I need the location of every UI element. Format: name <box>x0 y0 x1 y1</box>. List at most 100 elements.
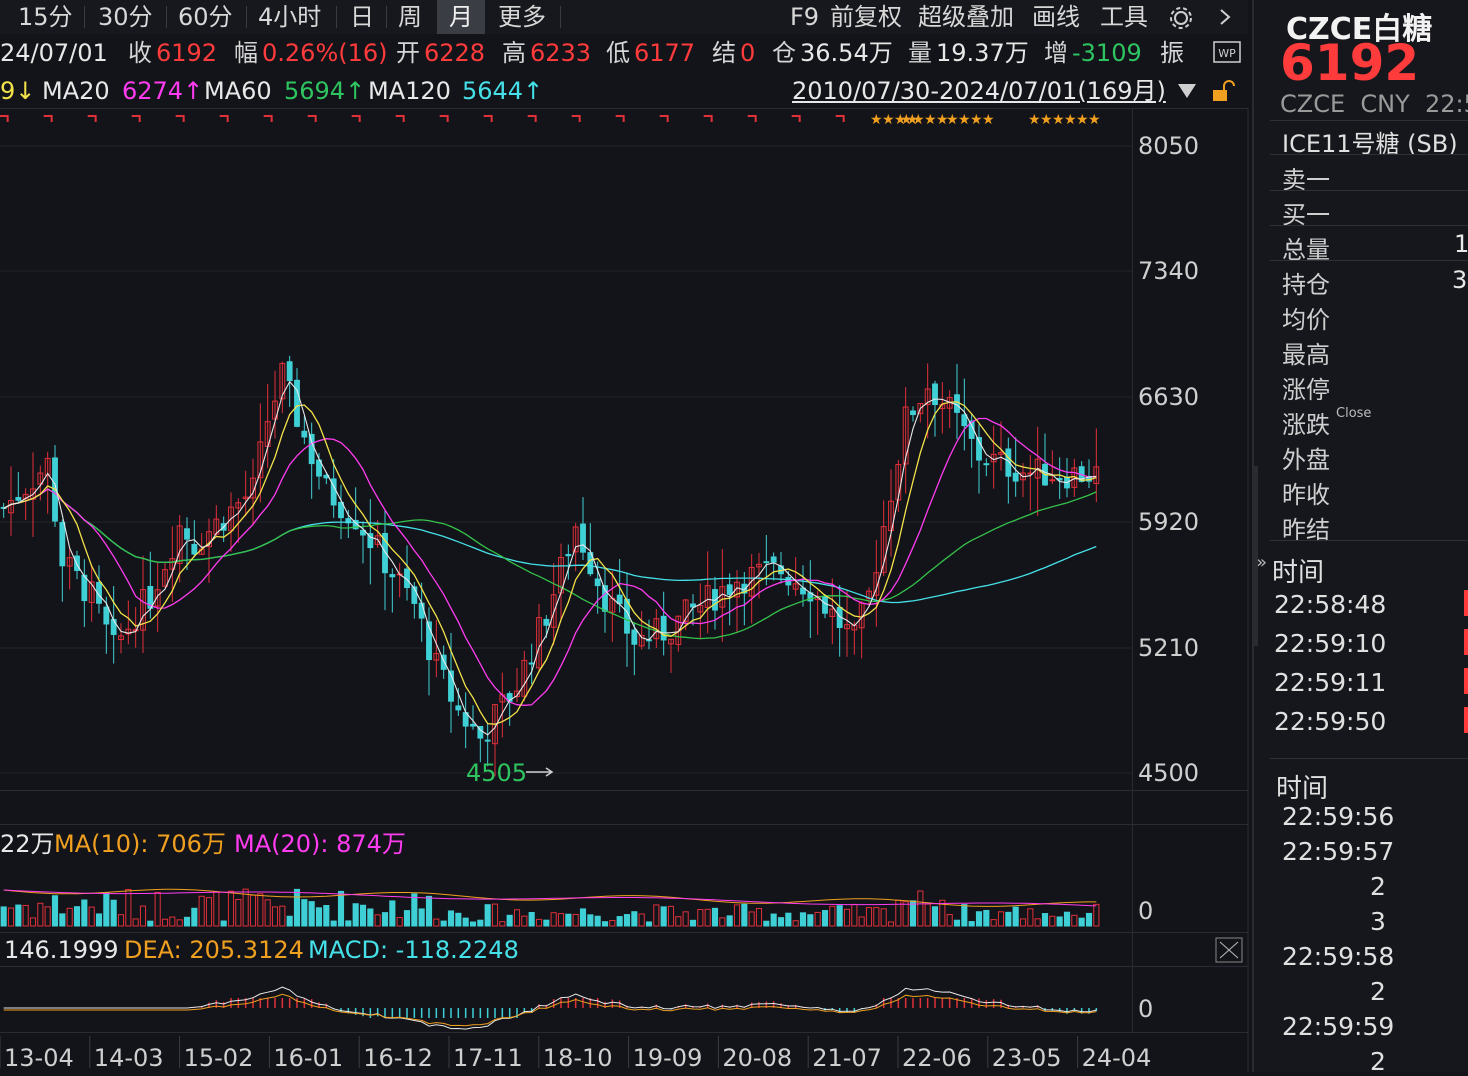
volume-bar <box>352 903 359 927</box>
time-tick: 13-04 <box>4 1044 74 1072</box>
volume-bar <box>147 920 154 927</box>
event-marker <box>571 115 581 122</box>
volume-bar <box>418 908 425 927</box>
tools-button[interactable]: 工具 <box>1100 0 1148 34</box>
dropdown-triangle-icon[interactable] <box>1176 82 1198 100</box>
volume-bar <box>154 891 161 927</box>
volume-bar <box>1034 918 1041 927</box>
volume-bar <box>1012 906 1019 927</box>
volume-bar <box>176 919 183 927</box>
volume-bar <box>132 918 139 927</box>
volume-bar <box>616 916 623 927</box>
event-marker <box>659 115 669 122</box>
panel-divider-handle[interactable] <box>1254 466 1258 646</box>
star-marker: ★ <box>870 112 883 128</box>
overlay-button[interactable]: 超级叠加 <box>918 0 1014 34</box>
candle-body <box>1012 472 1019 482</box>
dea-line <box>3 993 1097 1027</box>
period-60m-tab[interactable]: 60分 <box>178 0 233 34</box>
volume-bar <box>565 913 572 927</box>
event-marker <box>219 115 229 122</box>
f9-button[interactable]: F9 <box>790 0 819 34</box>
star-marker: ★ <box>982 112 995 128</box>
volume-bar <box>697 909 704 927</box>
candle-body <box>528 662 535 665</box>
candle-body <box>770 556 777 563</box>
star-marker: ★ <box>1064 112 1077 128</box>
ma60-line <box>3 488 1097 640</box>
tick-row: 22:59:56 <box>1282 802 1395 831</box>
event-marker <box>307 115 317 122</box>
settle-value: 0 <box>740 39 756 67</box>
vol-value: 19.37万 <box>936 39 1029 67</box>
adjust-button[interactable]: 前复权 <box>830 0 902 34</box>
volume-bar <box>15 904 22 927</box>
volume-bar <box>807 914 814 927</box>
volume-bar <box>814 911 821 927</box>
volume-bar <box>301 899 308 927</box>
date-range-selector[interactable]: 2010/07/30-2024/07/01(169月) <box>792 74 1166 108</box>
lock-icon[interactable] <box>1210 80 1238 104</box>
ma20-label: MA20 <box>42 77 110 105</box>
volume-bar <box>1041 913 1049 927</box>
tick-row: 22:59:59 <box>1282 1012 1395 1041</box>
candle-body <box>580 523 586 553</box>
period-more-tab[interactable]: 更多 <box>498 0 546 34</box>
volume-bar <box>535 918 543 927</box>
volume-bar <box>748 911 755 927</box>
volume-bar <box>117 914 125 927</box>
time-tick: 23-05 <box>992 1044 1062 1072</box>
candle-body <box>59 522 66 567</box>
volume-bar <box>183 916 191 927</box>
volume-bar <box>169 916 176 927</box>
volume-bar <box>667 905 675 927</box>
period-15m-tab[interactable]: 15分 <box>18 0 73 34</box>
volume-value: 22万 <box>0 830 55 858</box>
close-label: 收 <box>128 39 152 67</box>
volume-bar <box>792 920 799 927</box>
volume-bar <box>961 904 968 927</box>
period-30m-tab[interactable]: 30分 <box>98 0 153 34</box>
volume-bar <box>161 918 169 927</box>
volume-bar <box>1078 917 1085 927</box>
period-month-tab[interactable]: 月 <box>437 0 485 34</box>
volume-bar <box>623 914 631 927</box>
time-tick: 15-02 <box>184 1044 254 1072</box>
volume-bar <box>873 907 880 927</box>
time-tick: 22-06 <box>902 1044 972 1072</box>
volume-bar <box>653 904 660 927</box>
volume-bar <box>682 911 689 927</box>
volume-bar <box>785 912 792 927</box>
period-day-tab[interactable]: 日 <box>350 0 374 34</box>
kline-chart[interactable]: ★ ★ ★ ★★ ★ ★ ★★ ★ ★ ★ ★ ★ ★ ★ ★ ★ 4505 8050 7340 6630 5… <box>0 108 1250 1072</box>
volume-bar <box>51 895 59 927</box>
volume-bar <box>227 890 235 927</box>
period-week-tab[interactable]: 周 <box>398 0 422 34</box>
tick-row: 3 <box>1370 907 1386 936</box>
volume-bar <box>931 906 939 927</box>
volume-bar <box>968 921 975 927</box>
tick-row: 22:59:57 <box>1282 837 1395 866</box>
volume-bar <box>829 905 836 927</box>
volume-bar <box>381 912 389 927</box>
draw-button[interactable]: 画线 <box>1032 0 1080 34</box>
period-4h-tab[interactable]: 4小时 <box>258 0 321 34</box>
wp-icon[interactable]: WP <box>1212 40 1242 66</box>
star-marker: ★ <box>1028 112 1041 128</box>
volume-bar <box>675 916 682 927</box>
star-marker: ★ <box>946 112 959 128</box>
gear-icon[interactable] <box>1168 5 1194 31</box>
volume-bar <box>308 901 315 927</box>
chevron-right-icon[interactable] <box>1214 6 1236 28</box>
volume-bar <box>1027 908 1034 927</box>
volume-bar <box>213 891 220 927</box>
ma60-value: 5694↑ <box>284 77 366 105</box>
quote-side-panel: CZCE白糖 6192 CZCE CNY 22:5 ICE11号糖 (SB) 卖… <box>1252 0 1468 1076</box>
ma-legend-row: 9↓ MA20 6274↑ MA60 5694↑ MA120 5644↑ 201… <box>0 74 1248 108</box>
volume-bar <box>411 893 418 927</box>
quote-field-label: 涨跌 <box>1282 411 1330 439</box>
volume-bar <box>359 904 367 927</box>
volume-zero: 0 <box>1138 897 1153 925</box>
volume-bar <box>711 907 719 927</box>
close-panel-icon[interactable] <box>1215 937 1243 963</box>
